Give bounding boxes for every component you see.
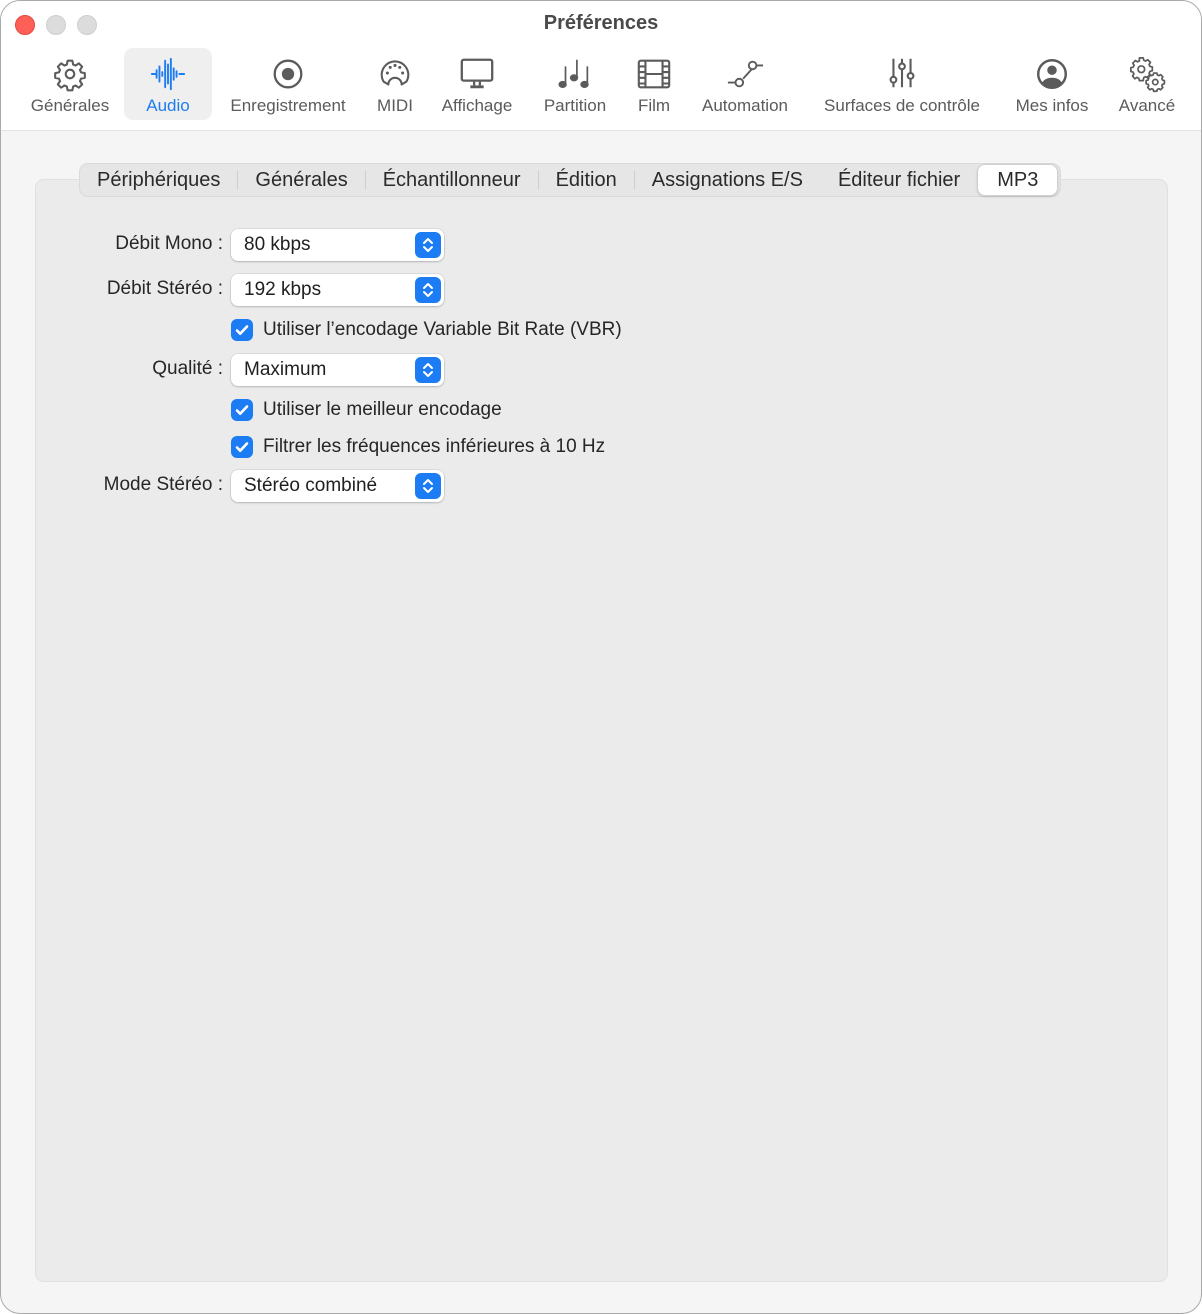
toolbar-label: Enregistrement bbox=[230, 96, 346, 115]
toolbar-label: Affichage bbox=[441, 96, 513, 115]
automation-curve-icon bbox=[725, 54, 765, 94]
display-icon bbox=[457, 54, 497, 94]
mono-bitrate-popup[interactable]: 80 kbps bbox=[231, 229, 444, 261]
toolbar-item-avance[interactable]: Avancé bbox=[1111, 48, 1183, 120]
tab-mp3[interactable]: MP3 bbox=[977, 164, 1059, 196]
record-icon bbox=[268, 54, 308, 94]
tab-assignations-es[interactable]: Assignations E/S bbox=[635, 164, 820, 196]
stereo-bitrate-popup[interactable]: 192 kbps bbox=[231, 274, 444, 306]
title-bar: Préférences Générales Audio Enregistreme… bbox=[1, 1, 1201, 131]
chevron-up-down-icon bbox=[415, 357, 441, 383]
tab-edition[interactable]: Édition bbox=[539, 164, 634, 196]
quality-label: Qualité : bbox=[152, 358, 223, 379]
vbr-checkbox-row[interactable]: Utiliser l’encodage Variable Bit Rate (V… bbox=[231, 319, 622, 341]
gears-icon bbox=[1127, 54, 1167, 94]
stereo-bitrate-value: 192 kbps bbox=[244, 279, 322, 300]
window-title: Préférences bbox=[543, 12, 659, 34]
tab-generales[interactable]: Générales bbox=[238, 164, 364, 196]
stereo-mode-popup[interactable]: Stéréo combiné bbox=[231, 470, 444, 502]
film-icon bbox=[634, 54, 674, 94]
toolbar-item-enregistrement[interactable]: Enregistrement bbox=[221, 48, 355, 120]
midi-connector-icon bbox=[375, 54, 415, 94]
filter-low-checkbox[interactable] bbox=[231, 436, 253, 458]
stereo-mode-label: Mode Stéréo : bbox=[103, 474, 223, 495]
toolbar-label: MIDI bbox=[377, 96, 413, 115]
checkmark-icon bbox=[235, 442, 249, 452]
toolbar-label: Film bbox=[637, 96, 671, 115]
person-circle-icon bbox=[1032, 54, 1072, 94]
mono-bitrate-value: 80 kbps bbox=[244, 234, 311, 255]
mp3-settings-panel bbox=[35, 179, 1168, 1282]
vbr-label: Utiliser l’encodage Variable Bit Rate (V… bbox=[263, 319, 622, 340]
gear-icon bbox=[50, 54, 90, 94]
toolbar-label: Surfaces de contrôle bbox=[824, 96, 980, 115]
toolbar-item-automation[interactable]: Automation bbox=[693, 48, 797, 120]
filter-low-label: Filtrer les fréquences inférieures à 10 … bbox=[263, 436, 606, 457]
preferences-window: Préférences Générales Audio Enregistreme… bbox=[0, 0, 1202, 1314]
best-encoding-checkbox[interactable] bbox=[231, 399, 253, 421]
mono-bitrate-label: Débit Mono : bbox=[115, 233, 223, 254]
waveform-icon bbox=[148, 54, 188, 94]
quality-value: Maximum bbox=[244, 359, 327, 380]
tab-echantillonneur[interactable]: Échantillonneur bbox=[366, 164, 538, 196]
quality-popup[interactable]: Maximum bbox=[231, 354, 444, 386]
chevron-up-down-icon bbox=[415, 232, 441, 258]
stereo-bitrate-label: Débit Stéréo : bbox=[106, 278, 223, 299]
best-encoding-checkbox-row[interactable]: Utiliser le meilleur encodage bbox=[231, 399, 502, 421]
toolbar-item-surfaces-de-controle[interactable]: Surfaces de contrôle bbox=[811, 48, 993, 120]
toolbar-label: Automation bbox=[702, 96, 788, 115]
chevron-up-down-icon bbox=[415, 473, 441, 499]
sliders-icon bbox=[882, 54, 922, 94]
audio-tab-bar: Périphériques Générales Échantillonneur … bbox=[79, 163, 1062, 197]
toolbar-item-partition[interactable]: Partition bbox=[535, 48, 615, 120]
preferences-toolbar: Générales Audio Enregistrement MIDI Affi… bbox=[1, 48, 1201, 120]
toolbar-label: Avancé bbox=[1118, 96, 1176, 115]
toolbar-label: Partition bbox=[543, 96, 607, 115]
checkmark-icon bbox=[235, 325, 249, 335]
toolbar-item-mes-infos[interactable]: Mes infos bbox=[1007, 48, 1097, 120]
checkmark-icon bbox=[235, 405, 249, 415]
best-encoding-label: Utiliser le meilleur encodage bbox=[263, 399, 502, 420]
filter-low-checkbox-row[interactable]: Filtrer les fréquences inférieures à 10 … bbox=[231, 436, 605, 458]
vbr-checkbox[interactable] bbox=[231, 319, 253, 341]
toolbar-item-film[interactable]: Film bbox=[629, 48, 679, 120]
toolbar-label: Audio bbox=[146, 96, 190, 115]
toolbar-item-audio[interactable]: Audio bbox=[124, 48, 212, 120]
music-notes-icon bbox=[555, 54, 595, 94]
toolbar-label: Mes infos bbox=[1015, 96, 1089, 115]
toolbar-item-generales[interactable]: Générales bbox=[25, 48, 115, 120]
toolbar-label: Générales bbox=[30, 96, 110, 115]
tab-editeur-fichier[interactable]: Éditeur fichier bbox=[821, 164, 977, 196]
toolbar-item-midi[interactable]: MIDI bbox=[369, 48, 421, 120]
toolbar-item-affichage[interactable]: Affichage bbox=[433, 48, 521, 120]
tab-peripheriques[interactable]: Périphériques bbox=[80, 164, 237, 196]
chevron-up-down-icon bbox=[415, 277, 441, 303]
stereo-mode-value: Stéréo combiné bbox=[244, 475, 378, 496]
